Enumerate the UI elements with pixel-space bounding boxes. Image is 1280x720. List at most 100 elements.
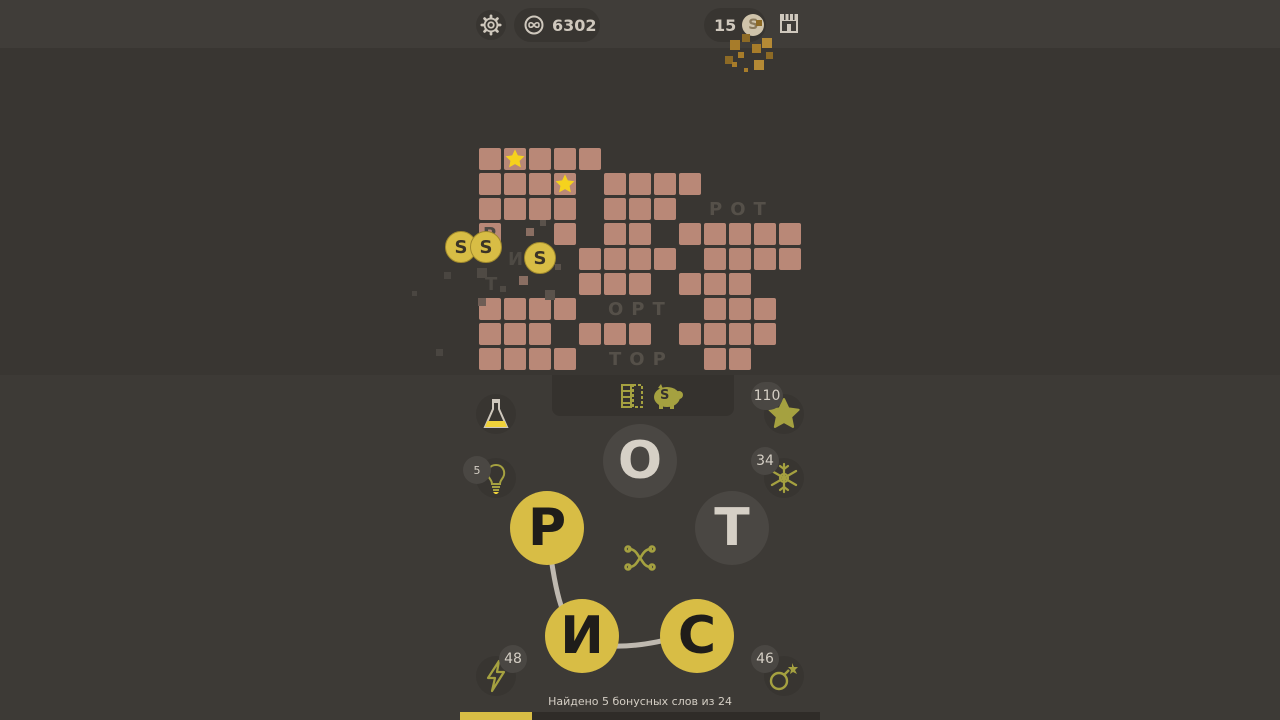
- potion-booster-button[interactable]: [476, 394, 516, 434]
- grid-cell: [529, 298, 551, 320]
- grid-cell: [754, 323, 776, 345]
- grid-cell: [504, 298, 526, 320]
- grid-cell: [604, 273, 626, 295]
- grid-cell: [579, 148, 601, 170]
- shop-button[interactable]: [776, 10, 802, 36]
- grid-cell: [779, 248, 801, 270]
- wheel-letter-t[interactable]: T: [695, 491, 769, 565]
- grid-cell: [629, 198, 651, 220]
- grid-icon: [621, 384, 643, 408]
- shuffle-button[interactable]: [622, 540, 658, 576]
- grid-cell: [754, 248, 776, 270]
- star-icon: [503, 147, 527, 171]
- grid-cell: [479, 348, 501, 370]
- grid-cell: [604, 323, 626, 345]
- grid-cell: [554, 348, 576, 370]
- grid-cell: [629, 173, 651, 195]
- grid-cell: [529, 173, 551, 195]
- hint-count: 5: [463, 456, 491, 484]
- grid-cell: [554, 148, 576, 170]
- grid-cell: [704, 273, 726, 295]
- infinity-coin-icon: [524, 15, 544, 35]
- snowflake-count: 34: [751, 447, 779, 475]
- grid-tab[interactable]: [618, 382, 646, 410]
- coins-value: 6302: [552, 15, 597, 35]
- gear-icon: [480, 14, 502, 36]
- grid-cell: [529, 198, 551, 220]
- grid-cell: [529, 148, 551, 170]
- grid-cell: [679, 223, 701, 245]
- grid-cell: [604, 198, 626, 220]
- grid-cell: [729, 223, 751, 245]
- wheel-letter-p[interactable]: P: [510, 491, 584, 565]
- grid-cell: [604, 223, 626, 245]
- grid-cell: [504, 323, 526, 345]
- grid-cell: [604, 173, 626, 195]
- coin-reward: S: [470, 231, 502, 263]
- piggy-bank-symbol: S: [660, 388, 670, 403]
- coin-reward: S: [524, 242, 556, 274]
- bonus-progress-bar: [460, 712, 820, 720]
- piggy-bank-tab[interactable]: S: [650, 380, 686, 412]
- grid-cell: [479, 198, 501, 220]
- grid-cell: [654, 198, 676, 220]
- grid-cell: [754, 223, 776, 245]
- wheel-letter-i[interactable]: И: [545, 599, 619, 673]
- settings-button[interactable]: [476, 10, 506, 40]
- grid-cell: [504, 173, 526, 195]
- wheel-letter-s[interactable]: C: [660, 599, 734, 673]
- grid-cell: [704, 298, 726, 320]
- star-count: 110: [751, 382, 783, 410]
- grid-cell: [554, 298, 576, 320]
- grid-cell: [729, 348, 751, 370]
- board-tabs: S: [552, 375, 734, 416]
- grid-cell: [579, 248, 601, 270]
- solved-word: TOP: [609, 349, 674, 370]
- grid-cell: [579, 323, 601, 345]
- wheel-letter-o[interactable]: O: [603, 424, 677, 498]
- grid-cell: [629, 273, 651, 295]
- grid-cell: [554, 223, 576, 245]
- star-icon: [553, 172, 577, 196]
- grid-cell: [704, 223, 726, 245]
- grid-cell: [629, 248, 651, 270]
- bomb-count: 46: [751, 645, 779, 673]
- grid-cell: [679, 273, 701, 295]
- grid-cell: [479, 323, 501, 345]
- dissolving-letter: И: [508, 249, 524, 270]
- grid-cell: [504, 348, 526, 370]
- grid-cell: [554, 198, 576, 220]
- shuffle-icon: [624, 545, 656, 571]
- solved-word: POT: [709, 199, 774, 220]
- grid-cell: [679, 323, 701, 345]
- flask-icon: [483, 399, 509, 428]
- grid-cell: [629, 323, 651, 345]
- grid-cell: [729, 323, 751, 345]
- bonus-progress-fill: [460, 712, 532, 720]
- grid-cell: [729, 248, 751, 270]
- grid-cell: [729, 298, 751, 320]
- grid-cell: [529, 348, 551, 370]
- grid-cell: [479, 173, 501, 195]
- grid-cell: [654, 248, 676, 270]
- grid-cell: [579, 273, 601, 295]
- coins-counter[interactable]: 6302: [514, 8, 600, 42]
- solved-word: OPT: [608, 299, 673, 320]
- grid-cell: [704, 248, 726, 270]
- shop-icon: [780, 14, 798, 33]
- top-bar: [0, 0, 1280, 48]
- bonus-words-status: Найдено 5 бонусных слов из 24: [548, 695, 732, 708]
- grid-cell: [654, 173, 676, 195]
- grid-cell: [629, 223, 651, 245]
- grid-cell: [779, 223, 801, 245]
- grid-cell: [504, 198, 526, 220]
- grid-cell: [529, 323, 551, 345]
- grid-cell: [704, 323, 726, 345]
- grid-cell: [679, 173, 701, 195]
- grid-cell: [754, 298, 776, 320]
- grid-cell: [704, 348, 726, 370]
- grid-cell: [729, 273, 751, 295]
- gold-value: 15: [714, 15, 737, 35]
- grid-cell: [479, 148, 501, 170]
- grid-cell: [604, 248, 626, 270]
